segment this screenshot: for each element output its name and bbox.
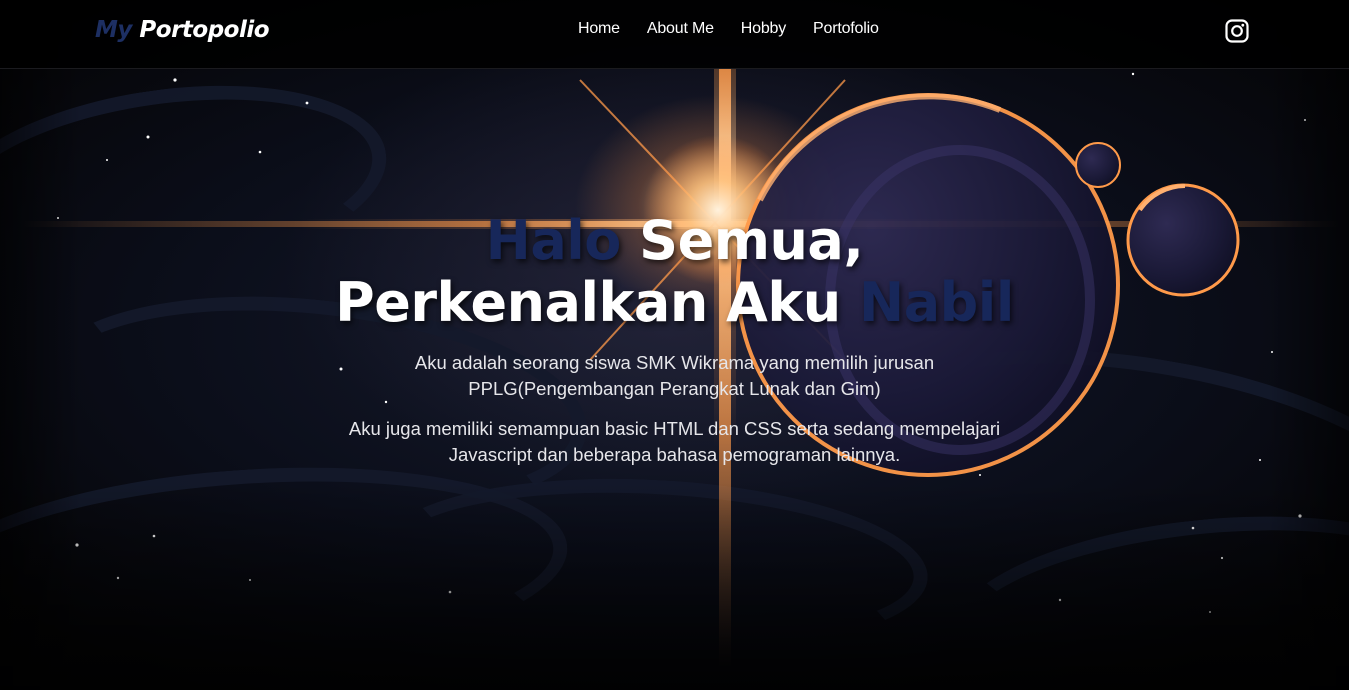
nebula-swirl bbox=[942, 493, 1349, 690]
nebula-swirl bbox=[375, 465, 933, 663]
instagram-icon[interactable] bbox=[1225, 19, 1249, 43]
main-nav: Home About Me Hobby Portofolio bbox=[578, 20, 879, 38]
brand-logo[interactable]: My Portopolio bbox=[95, 17, 270, 43]
nebula-swirl bbox=[0, 447, 575, 690]
navbar: My Portopolio Home About Me Hobby Portof… bbox=[0, 0, 1349, 69]
nav-link-about-me[interactable]: About Me bbox=[647, 20, 714, 38]
hero-intro-paragraph: Aku adalah seorang siswa SMK Wikrama yan… bbox=[414, 352, 935, 399]
brand-prefix: My bbox=[95, 17, 132, 43]
page: My Portopolio Home About Me Hobby Portof… bbox=[0, 0, 1349, 690]
heading-line1-rest: Semua, bbox=[620, 209, 864, 272]
heading-highlight-name: Nabil bbox=[859, 271, 1014, 334]
nav-link-home[interactable]: Home bbox=[578, 20, 620, 38]
nav-link-portofolio[interactable]: Portofolio bbox=[813, 20, 879, 38]
brand-name: Portopolio bbox=[139, 17, 270, 43]
hero-section: Halo Semua, Perkenalkan Aku Nabil Aku ad… bbox=[0, 210, 1349, 468]
hero-heading: Halo Semua, Perkenalkan Aku Nabil bbox=[0, 210, 1349, 334]
heading-line2-rest: Perkenalkan Aku bbox=[335, 271, 860, 334]
hero-skills-paragraph: Aku juga memiliki semampuan basic HTML d… bbox=[348, 418, 1001, 465]
heading-highlight-halo: Halo bbox=[485, 209, 622, 272]
nav-link-hobby[interactable]: Hobby bbox=[741, 20, 786, 38]
